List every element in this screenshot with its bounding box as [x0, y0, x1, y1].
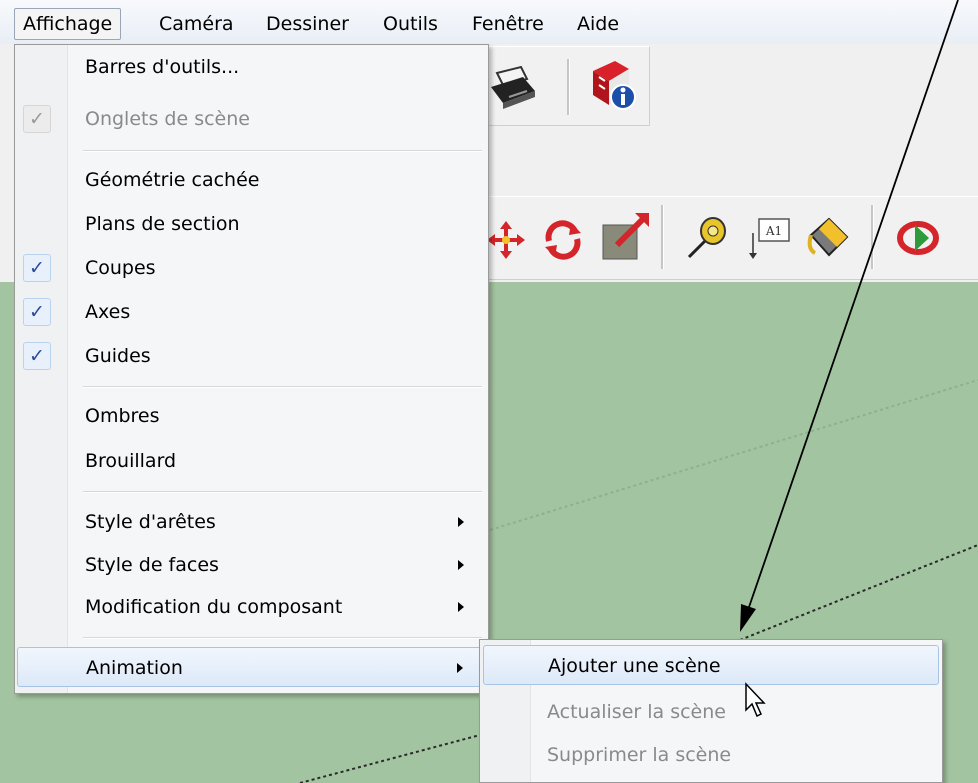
menu-aide[interactable]: Aide	[569, 8, 627, 40]
checkmark-icon: ✓	[23, 105, 51, 133]
submenu-item-label: Ajouter une scène	[548, 655, 721, 677]
menu-item-label: Onglets de scène	[85, 108, 250, 130]
submenu-arrow-icon	[458, 560, 464, 570]
menu-separator	[83, 637, 482, 639]
menu-item-label: Brouillard	[85, 450, 177, 472]
scale-icon[interactable]	[599, 211, 651, 267]
orbit-icon[interactable]	[895, 215, 941, 265]
move-icon[interactable]	[485, 219, 527, 265]
menu-item-label: Animation	[86, 657, 183, 679]
submenu-item-update-scene: Actualiser la scène	[483, 692, 939, 732]
menu-item-face-style[interactable]: Style de faces	[17, 545, 486, 585]
checkmark-icon: ✓	[23, 254, 51, 282]
menu-separator	[83, 150, 482, 152]
rotate-icon[interactable]	[541, 219, 585, 265]
menu-outils[interactable]: Outils	[375, 8, 446, 40]
mouse-cursor-icon	[744, 682, 766, 722]
menu-item-animation[interactable]: Animation	[17, 647, 486, 687]
submenu-arrow-icon	[458, 517, 464, 527]
tape-measure-icon[interactable]	[685, 215, 729, 265]
menu-item-section-planes[interactable]: Plans de section	[17, 204, 486, 244]
menu-bar: Affichage Caméra Dessiner Outils Fenêtre…	[0, 0, 978, 45]
menu-item-label: Géométrie cachée	[85, 169, 260, 191]
animation-submenu: Ajouter une scène Actualiser la scène Su…	[479, 639, 943, 783]
submenu-item-label: Supprimer la scène	[547, 744, 732, 766]
submenu-item-delete-scene: Supprimer la scène	[483, 735, 939, 775]
menu-item-label: Style de faces	[85, 554, 219, 576]
menu-item-label: Guides	[85, 345, 151, 367]
menu-item-label: Barres d'outils...	[85, 56, 240, 78]
menu-separator	[83, 386, 482, 388]
text-label-icon-text: A1	[765, 224, 782, 238]
menu-item-label: Axes	[85, 301, 131, 323]
view-menu-dropdown: Barres d'outils... ✓ Onglets de scène Gé…	[14, 44, 489, 694]
menu-item-shadows[interactable]: Ombres	[17, 396, 486, 436]
menu-item-label: Ombres	[85, 405, 160, 427]
menu-item-fog[interactable]: Brouillard	[17, 441, 486, 481]
text-label-icon[interactable]: A1	[743, 213, 795, 267]
checkmark-icon: ✓	[23, 298, 51, 326]
edit-toolbar: A1	[470, 196, 978, 280]
menu-item-label: Modification du composant	[85, 596, 343, 618]
menu-item-label: Style d'arêtes	[85, 511, 216, 533]
model-info-icon[interactable]	[585, 57, 637, 117]
menu-item-toolbars[interactable]: Barres d'outils...	[17, 47, 486, 87]
menu-fenetre[interactable]: Fenêtre	[464, 8, 552, 40]
menu-item-component-edit[interactable]: Modification du composant	[17, 587, 486, 627]
menu-item-section-cuts[interactable]: ✓ Coupes	[17, 248, 486, 288]
print-icon[interactable]	[487, 61, 539, 117]
paint-bucket-icon[interactable]	[805, 215, 851, 265]
standard-toolbar	[470, 46, 650, 126]
submenu-arrow-icon	[458, 602, 464, 612]
menu-item-label: Plans de section	[85, 213, 240, 235]
checkmark-icon: ✓	[23, 342, 51, 370]
menu-item-guides[interactable]: ✓ Guides	[17, 336, 486, 376]
menu-camera[interactable]: Caméra	[151, 8, 242, 40]
submenu-item-label: Actualiser la scène	[547, 701, 726, 723]
menu-item-edge-style[interactable]: Style d'arêtes	[17, 502, 486, 542]
submenu-item-add-scene[interactable]: Ajouter une scène	[483, 645, 939, 685]
menu-separator	[83, 491, 482, 493]
menu-item-hidden-geometry[interactable]: Géométrie cachée	[17, 160, 486, 200]
menu-dessiner[interactable]: Dessiner	[258, 8, 357, 40]
menu-item-scene-tabs: ✓ Onglets de scène	[17, 99, 486, 139]
menu-item-label: Coupes	[85, 257, 156, 279]
menu-affichage[interactable]: Affichage	[14, 8, 122, 40]
menu-item-axes[interactable]: ✓ Axes	[17, 292, 486, 332]
submenu-arrow-icon	[457, 663, 463, 673]
